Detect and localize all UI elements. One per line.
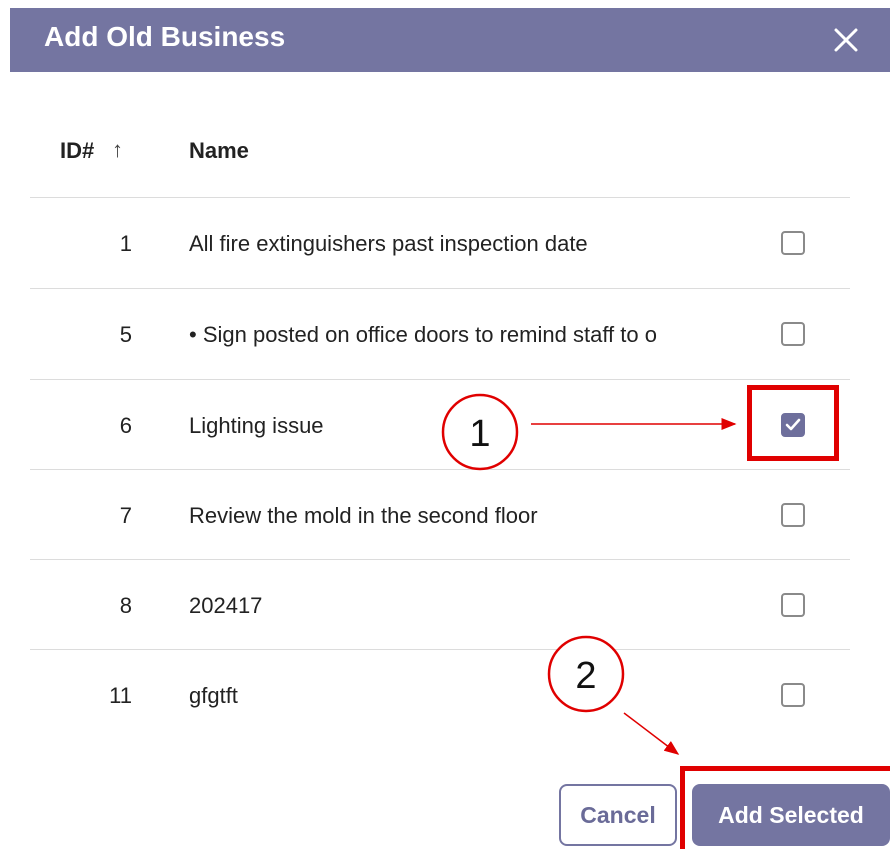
- row-id: 6: [119, 413, 132, 438]
- checkmark-icon: [785, 418, 801, 431]
- row-checkbox[interactable]: [781, 503, 805, 527]
- row-name: • Sign posted on office doors to remind …: [189, 322, 657, 347]
- row-checkbox[interactable]: [781, 322, 805, 346]
- row-id: 5: [119, 322, 132, 347]
- column-header-name[interactable]: Name: [189, 138, 249, 164]
- add-selected-button[interactable]: Add Selected: [692, 784, 890, 846]
- row-name: All fire extinguishers past inspection d…: [189, 231, 588, 256]
- row-name: Lighting issue: [189, 413, 324, 438]
- column-header-id[interactable]: ID#: [60, 138, 94, 164]
- row-checkbox[interactable]: [781, 593, 805, 617]
- row-id: 11: [109, 683, 132, 708]
- row-name: gfgtft: [189, 683, 238, 708]
- row-checkbox[interactable]: [781, 231, 805, 255]
- table-row: 7 Review the mold in the second floor: [10, 470, 890, 560]
- dialog-title: Add Old Business: [44, 21, 286, 52]
- row-checkbox[interactable]: [781, 683, 805, 707]
- row-id: 7: [119, 503, 132, 528]
- row-id: 1: [119, 231, 132, 256]
- table-header: ID# ↑ Name: [10, 128, 890, 178]
- row-checkbox-checked[interactable]: [781, 413, 805, 437]
- dialog-header: Add Old Business: [10, 8, 890, 72]
- table-row: 1 All fire extinguishers past inspection…: [10, 198, 890, 288]
- table-row: 11 gfgtft: [10, 650, 890, 740]
- row-id: 8: [119, 593, 132, 618]
- table-row: 6 Lighting issue: [10, 380, 890, 470]
- table-row: 8 202417: [10, 560, 890, 650]
- row-name: 202417: [189, 593, 263, 618]
- add-old-business-dialog: Add Old Business ID# ↑ Name 1 All fire e…: [10, 8, 890, 849]
- cancel-button[interactable]: Cancel: [559, 784, 677, 846]
- arrow-up-icon[interactable]: ↑: [112, 137, 123, 163]
- table-row: 5 • Sign posted on office doors to remin…: [10, 289, 890, 379]
- row-name: Review the mold in the second floor: [189, 503, 538, 528]
- close-icon[interactable]: [824, 18, 868, 62]
